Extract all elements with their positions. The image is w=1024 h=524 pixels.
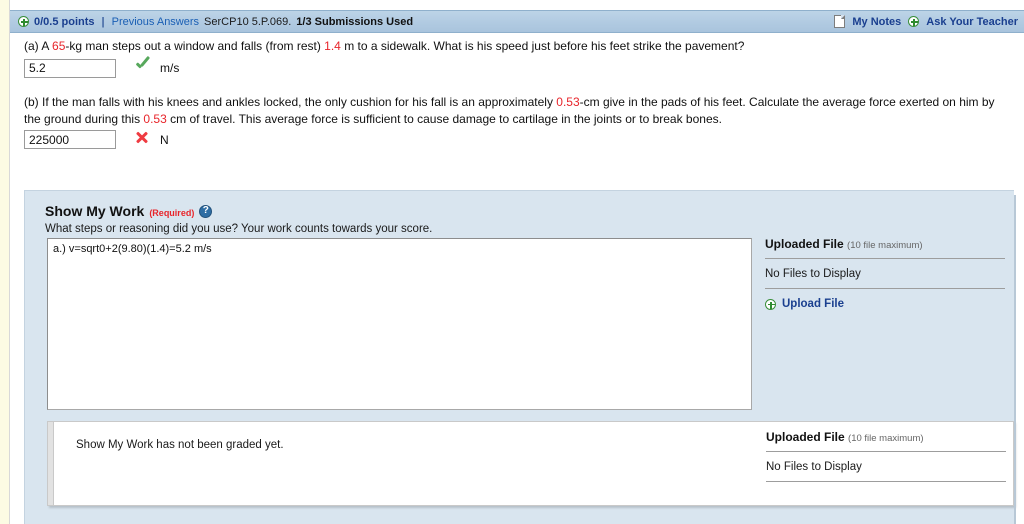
question-status-bar-left: 0/0.5 points | Previous Answers SerCP10 … — [10, 16, 413, 28]
answer-input-a[interactable] — [24, 58, 116, 78]
uploaded-file-title: Uploaded File — [765, 237, 844, 251]
red-x-icon — [130, 130, 154, 149]
upload-file-link[interactable]: Upload File — [782, 298, 844, 310]
answer-row-b: N — [24, 130, 169, 149]
show-my-work-prompt: What steps or reasoning did you use? You… — [45, 223, 433, 235]
green-plus-circle-icon[interactable] — [765, 298, 776, 310]
question-b-value-2: 0.53 — [143, 112, 167, 126]
uploaded-file-empty-text: No Files to Display — [765, 268, 861, 280]
plus-circle-icon[interactable] — [908, 16, 920, 27]
previous-answers-link[interactable]: Previous Answers — [112, 16, 199, 28]
uploaded-file-heading: Uploaded File (10 file maximum) — [765, 237, 1005, 258]
uploaded-file-max-note: (10 file maximum) — [847, 240, 923, 251]
show-my-work-textarea[interactable] — [47, 238, 752, 410]
question-b-text-3: cm of travel. This average force is suff… — [166, 112, 722, 126]
bar-separator: | — [101, 15, 105, 28]
question-mark-help-icon[interactable]: ? — [199, 204, 213, 218]
question-a-text-3: m to a sidewalk. What is his speed just … — [340, 39, 745, 53]
graded-uploaded-file-heading: Uploaded File (10 file maximum) — [766, 430, 1006, 451]
ask-your-teacher-link[interactable]: Ask Your Teacher — [926, 16, 1018, 28]
question-b-text: (b) If the man falls with his knees and … — [24, 94, 1014, 128]
show-my-work-title-row: Show My Work (Required) ? — [45, 203, 213, 219]
question-a-text-1: A — [38, 39, 53, 53]
graded-uploaded-file-title: Uploaded File — [766, 430, 845, 444]
question-a-text: (a) A 65-kg man steps out a window and f… — [24, 38, 1014, 55]
submissions-used-label: 1/3 Submissions Used — [296, 15, 414, 28]
answer-unit-a: m/s — [160, 61, 180, 75]
graded-uploaded-file-max-note: (10 file maximum) — [848, 433, 924, 444]
show-my-work-title: Show My Work — [45, 203, 145, 219]
question-a-value-1: 65 — [52, 39, 66, 53]
my-notes-link[interactable]: My Notes — [852, 16, 901, 28]
question-a-text-2: -kg man steps out a window and falls (fr… — [65, 39, 325, 53]
content-column: 0/0.5 points | Previous Answers SerCP10 … — [10, 0, 1024, 524]
answer-unit-b: N — [160, 132, 169, 147]
graded-panel-accent-bar — [48, 422, 54, 505]
page-root: 0/0.5 points | Previous Answers SerCP10 … — [0, 0, 1024, 524]
uploaded-file-panel: Uploaded File (10 file maximum) No Files… — [765, 237, 1005, 310]
question-b-text-1: If the man falls with his knees and ankl… — [38, 95, 557, 109]
green-check-icon — [130, 58, 154, 78]
upload-file-row[interactable]: Upload File — [765, 289, 1005, 310]
question-code: SerCP10 5.P.069. — [204, 15, 292, 28]
left-gutter — [0, 0, 9, 524]
graded-uploaded-file-panel: Uploaded File (10 file maximum) No Files… — [766, 430, 1006, 482]
answer-input-b[interactable] — [24, 130, 116, 149]
page-icon — [834, 15, 846, 28]
graded-status-panel: Show My Work has not been graded yet. Up… — [47, 421, 1014, 506]
graded-uploaded-file-divider-bottom — [766, 481, 1006, 482]
graded-uploaded-file-empty-text: No Files to Display — [766, 461, 862, 473]
question-b-value-1: 0.53 — [556, 95, 580, 109]
plus-circle-icon[interactable] — [18, 16, 29, 27]
question-status-bar-right: My Notes Ask Your Teacher — [834, 15, 1024, 28]
question-a-label: (a) — [24, 39, 39, 53]
show-my-work-panel: Show My Work (Required) ? What steps or … — [24, 190, 1016, 524]
question-status-bar: 0/0.5 points | Previous Answers SerCP10 … — [10, 10, 1024, 33]
points-label: 0/0.5 points — [34, 15, 95, 28]
graded-status-text: Show My Work has not been graded yet. — [76, 439, 284, 451]
answer-row-a: m/s — [24, 58, 179, 78]
question-b-label: (b) — [24, 95, 39, 109]
required-label: (Required) — [149, 208, 195, 218]
question-a-value-2: 1.4 — [324, 39, 341, 53]
